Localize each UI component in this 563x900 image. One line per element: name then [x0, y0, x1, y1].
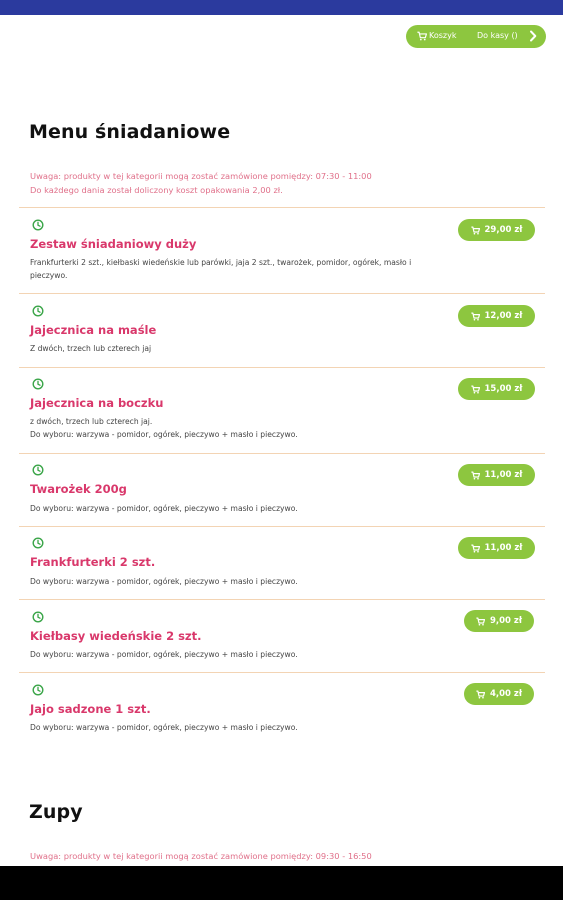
cart-icon: [470, 471, 480, 480]
cart-icon: [476, 690, 485, 699]
menu-item-name: Zestaw śniadaniowy duży: [30, 237, 197, 251]
add-to-cart-button[interactable]: 12,00 zł: [458, 305, 535, 327]
section-title-soups: Zupy: [29, 801, 83, 823]
clock-icon: [32, 378, 44, 390]
price-label: 4,00 zł: [489, 689, 523, 699]
menu-item-description: Do wyboru: warzywa - pomidor, ogórek, pi…: [30, 650, 298, 659]
add-to-cart-button[interactable]: 29,00 zł: [458, 219, 535, 241]
section-title-breakfast: Menu śniadaniowe: [29, 121, 231, 143]
menu-item-description: Do wyboru: warzywa - pomidor, ogórek, pi…: [30, 723, 298, 732]
notice-line-hours: Uwaga: produkty w tej kategorii mogą zos…: [30, 851, 372, 861]
section-notice: Uwaga: produkty w tej kategorii mogą zos…: [30, 169, 372, 197]
clock-icon: [32, 464, 44, 476]
divider: [19, 453, 545, 454]
menu-item-description: Do wyboru: warzywa - pomidor, ogórek, pi…: [30, 577, 298, 586]
clock-icon: [32, 305, 44, 317]
price-label: 9,00 zł: [489, 616, 523, 626]
cart-icon: [470, 544, 480, 553]
divider: [19, 599, 545, 600]
cart-icon: [470, 226, 480, 235]
add-to-cart-button[interactable]: 9,00 zł: [464, 610, 534, 632]
menu-item-name: Twarożek 200g: [30, 482, 127, 496]
cart-checkout-bar[interactable]: Koszyk Do kasy (): [406, 25, 546, 48]
notice-line-packaging: Do każdego dania został doliczony koszt …: [30, 185, 283, 195]
menu-item-description: Z dwóch, trzech lub czterech jaj: [30, 344, 152, 353]
price-label: 11,00 zł: [484, 470, 523, 480]
menu-item-name: Frankfurterki 2 szt.: [30, 555, 156, 569]
add-to-cart-button[interactable]: 11,00 zł: [458, 464, 535, 486]
menu-item-description: Do wyboru: warzywa - pomidor, ogórek, pi…: [30, 504, 298, 513]
price-label: 15,00 zł: [484, 384, 523, 394]
divider: [19, 207, 545, 208]
add-to-cart-button[interactable]: 11,00 zł: [458, 537, 535, 559]
divider: [19, 293, 545, 294]
price-label: 29,00 zł: [484, 225, 523, 235]
divider: [19, 672, 545, 673]
clock-icon: [32, 684, 44, 696]
notice-line-hours: Uwaga: produkty w tej kategorii mogą zos…: [30, 171, 372, 181]
cart-button[interactable]: Koszyk: [429, 31, 456, 40]
cart-icon: [470, 385, 480, 394]
cart-icon: [417, 31, 427, 41]
cart-icon: [470, 312, 480, 321]
add-to-cart-button[interactable]: 15,00 zł: [458, 378, 535, 400]
menu-item-name: Jajecznica na maśle: [30, 323, 157, 337]
clock-icon: [32, 537, 44, 549]
price-label: 11,00 zł: [484, 543, 523, 553]
top-status-bar: [0, 0, 563, 15]
divider: [19, 526, 545, 527]
menu-item-description: z dwóch, trzech lub czterech jaj. Do wyb…: [30, 417, 298, 439]
menu-item-name: Jajo sadzone 1 szt.: [30, 702, 151, 716]
add-to-cart-button[interactable]: 4,00 zł: [464, 683, 534, 705]
section-notice: Uwaga: produkty w tej kategorii mogą zos…: [30, 849, 372, 863]
menu-item-description: Frankfurterki 2 szt., kiełbaski wiedeńsk…: [30, 258, 412, 280]
cart-icon: [476, 617, 485, 626]
menu-item-name: Kiełbasy wiedeńskie 2 szt.: [30, 629, 202, 643]
clock-icon: [32, 219, 44, 231]
divider: [19, 367, 545, 368]
navigation-bar: [0, 866, 563, 900]
clock-icon: [32, 611, 44, 623]
checkout-button[interactable]: Do kasy (): [477, 31, 518, 40]
menu-item-name: Jajecznica na boczku: [30, 396, 164, 410]
chevron-right-icon: [530, 30, 537, 42]
price-label: 12,00 zł: [484, 311, 523, 321]
